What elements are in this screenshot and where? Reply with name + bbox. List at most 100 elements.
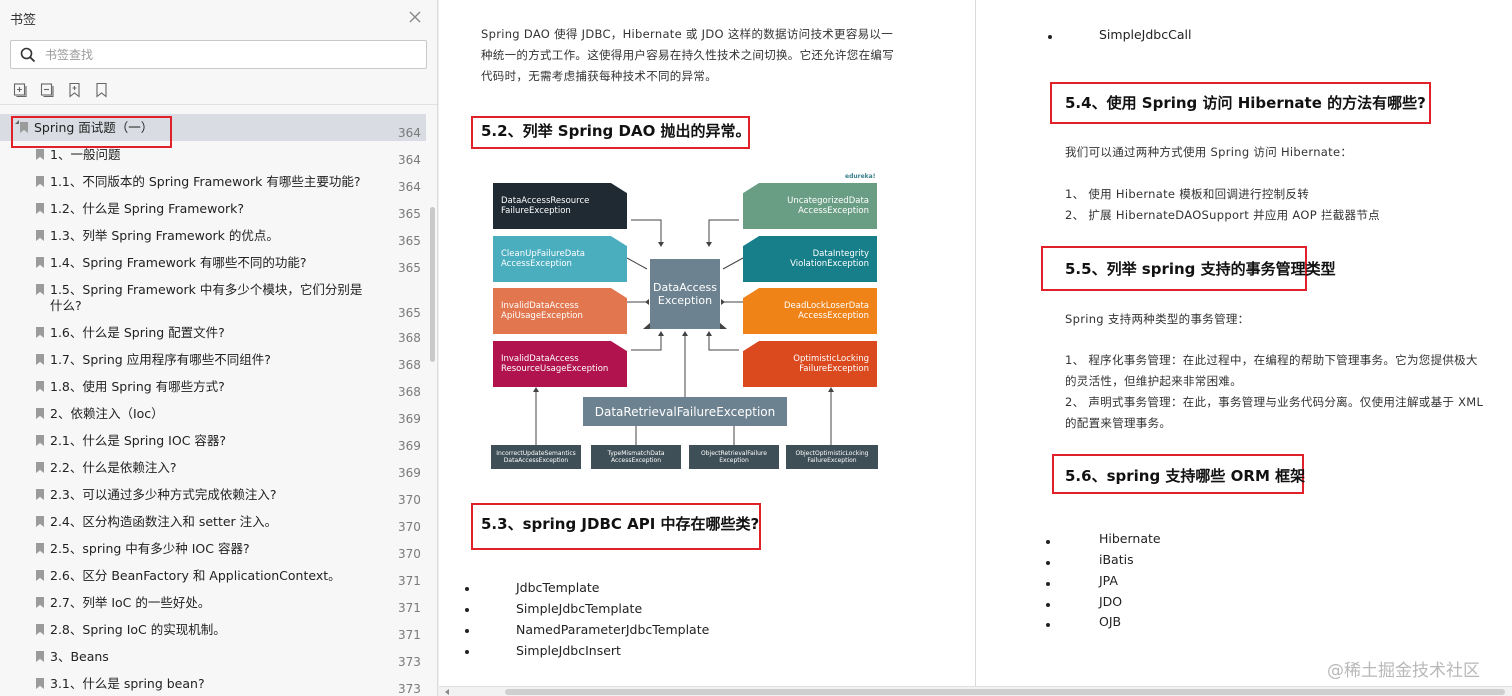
document-view: Spring DAO 使得 JDBC，Hibernate 或 JDO 这样的数据…: [439, 0, 1512, 696]
bookmark-search-field[interactable]: [10, 40, 427, 69]
toc-label: 3.1、什么是 spring bean?: [50, 676, 205, 691]
toc-item[interactable]: 2.1、什么是 Spring IOC 容器? 369: [0, 432, 426, 454]
sub-exception-line: ObjectRetrievalFailure: [701, 450, 767, 457]
toc-label: 2.7、列举 IoC 的一些好处。: [50, 595, 211, 610]
retrieval-exception-box: DataRetrievalFailureException: [583, 397, 787, 426]
bullet: [1046, 561, 1050, 565]
expand-all-icon[interactable]: [13, 82, 28, 98]
bullet: [465, 608, 469, 612]
toc-item[interactable]: 2.5、spring 中有多少种 IOC 容器? 370: [0, 540, 426, 562]
toc-label: 2.4、区分构造函数注入和 setter 注入。: [50, 514, 278, 529]
exception-name-line: DeadLockLoserData: [784, 301, 869, 311]
toc-item[interactable]: 2、依赖注入（Ioc） 369: [0, 405, 426, 427]
exception-name-line: DataAccessResource: [501, 196, 590, 206]
toc-label: 1.2、什么是 Spring Framework?: [50, 201, 244, 216]
bookmark-search-input[interactable]: [45, 44, 415, 66]
exception-name-line: AccessException: [798, 311, 869, 321]
toc-label: 1.8、使用 Spring 有哪些方式?: [50, 379, 225, 394]
scroll-left-arrow-icon[interactable]: [445, 689, 449, 695]
bookmark-marker-icon: [36, 408, 44, 419]
toc-item[interactable]: 1.7、Spring 应用程序有哪些不同组件? 368: [0, 351, 426, 373]
toc-item[interactable]: 2.7、列举 IoC 的一些好处。 371: [0, 594, 426, 616]
toc-label: 1、一般问题: [50, 147, 121, 162]
list-item: iBatis: [1099, 552, 1134, 567]
heading-5-6: 5.6、spring 支持哪些 ORM 框架: [1065, 467, 1306, 485]
bullet: [1046, 540, 1050, 544]
toc-item[interactable]: 2.4、区分构造函数注入和 setter 注入。 370: [0, 513, 426, 535]
bookmark-toolbar: [13, 82, 109, 100]
bookmark-marker-icon: [36, 354, 44, 365]
bookmark-marker-icon: [36, 149, 44, 160]
sub-exception-line: TypeMismatchData: [607, 450, 665, 457]
close-icon[interactable]: [406, 8, 424, 26]
sub-exception-line: IncorrectUpdateSemantics: [496, 450, 576, 457]
search-icon: [20, 47, 36, 63]
method-item: 的灵活性，但维护起来非常困难。: [1065, 374, 1242, 388]
toc-item[interactable]: 1、一般问题 364: [0, 146, 426, 168]
center-line: Exception: [657, 294, 713, 307]
toc-label: 1.1、不同版本的 Spring Framework 有哪些主要功能?: [50, 174, 361, 189]
sub-exception-line: ObjectOptimisticLocking: [795, 450, 869, 457]
toc-item[interactable]: 1.5、Spring Framework 中有多少个模块，它们分别是 什么? 3…: [0, 281, 426, 321]
exception-name-line: AccessException: [501, 259, 572, 269]
toc-item[interactable]: 1.1、不同版本的 Spring Framework 有哪些主要功能? 364: [0, 173, 426, 195]
toc-page: 368: [398, 358, 421, 372]
exception-name-line: ResourceUsageException: [501, 364, 609, 374]
toc-page: 370: [398, 520, 421, 534]
toc-item[interactable]: 2.6、区分 BeanFactory 和 ApplicationContext。…: [0, 567, 426, 589]
toc-page: 371: [398, 628, 421, 642]
heading-5-5: 5.5、列举 spring 支持的事务管理类型: [1065, 260, 1336, 278]
bullet: [465, 587, 469, 591]
exception-name-line: OptimisticLocking: [793, 354, 869, 364]
toc-item[interactable]: 1.2、什么是 Spring Framework? 365: [0, 200, 426, 222]
exception-name-line: UncategorizedData: [787, 196, 869, 206]
toc-page: 364: [398, 153, 421, 167]
paragraph: 我们可以通过两种方式使用 Spring 访问 Hibernate：: [1065, 145, 1353, 159]
exception-name-line: DataIntegrity: [812, 249, 869, 259]
center-line: DataAccess: [653, 281, 717, 294]
exception-box: InvalidDataAccess ResourceUsageException: [493, 341, 627, 387]
bullet: [465, 650, 469, 654]
toc-item[interactable]: 1.6、什么是 Spring 配置文件? 368: [0, 324, 426, 346]
toc-item[interactable]: 1.3、列举 Spring Framework 的优点。 365: [0, 227, 426, 249]
add-bookmark-icon[interactable]: [67, 82, 82, 98]
method-item: 2、 扩展 HibernateDAOSupport 并应用 AOP 拦截器节点: [1065, 208, 1380, 222]
bookmark-marker-icon: [36, 381, 44, 392]
method-item: 的配置来管理事务。: [1065, 416, 1172, 430]
sub-exception-line: DataAccessException: [503, 457, 569, 464]
bookmark-icon[interactable]: [94, 82, 109, 98]
exception-name-line: ApiUsageException: [501, 311, 583, 321]
toc-item[interactable]: 2.8、Spring IoC 的实现机制。 371: [0, 621, 426, 643]
bookmark-marker-icon: [36, 543, 44, 554]
bookmark-marker-icon: [36, 462, 44, 473]
toc-page: 365: [398, 207, 421, 221]
toc-item[interactable]: 2.2、什么是依赖注入? 369: [0, 459, 426, 481]
scrollbar-thumb[interactable]: [505, 689, 1505, 695]
collapse-all-icon[interactable]: [40, 82, 55, 98]
toc-page: 370: [398, 493, 421, 507]
list-item: SimpleJdbcCall: [1099, 27, 1192, 42]
bookmark-marker-icon: [36, 516, 44, 527]
toc-page: 365: [398, 234, 421, 248]
heading-5-3: 5.3、spring JDBC API 中存在哪些类?: [481, 515, 760, 533]
exception-name-line: ViolationException: [790, 259, 869, 269]
pdf-reader: 书签 书签查找 Spring 面试题（一） 364 1、一般问题 364 1.1…: [0, 0, 1512, 696]
toc-item[interactable]: 3.1、什么是 spring bean? 373: [0, 675, 426, 696]
sidebar-scrollbar[interactable]: [430, 207, 435, 362]
bullet: [1048, 35, 1052, 39]
bookmark-marker-icon: [36, 678, 44, 689]
toc-label: 1.3、列举 Spring Framework 的优点。: [50, 228, 279, 243]
toc-item[interactable]: 1.8、使用 Spring 有哪些方式? 368: [0, 378, 426, 400]
bookmark-marker-icon: [36, 570, 44, 581]
bookmark-marker-icon: [36, 230, 44, 241]
exception-name-line: FailureException: [501, 206, 571, 216]
horizontal-scrollbar[interactable]: [439, 686, 1512, 696]
toc-item[interactable]: 3、Beans 373: [0, 648, 426, 670]
bookmark-marker-icon: [36, 624, 44, 635]
toc-page: 369: [398, 412, 421, 426]
toc-item[interactable]: 2.3、可以通过多少种方式完成依赖注入? 370: [0, 486, 426, 508]
list-item: NamedParameterJdbcTemplate: [516, 622, 710, 637]
toc-label: 1.4、Spring Framework 有哪些不同的功能?: [50, 255, 307, 270]
toc-item[interactable]: 1.4、Spring Framework 有哪些不同的功能? 365: [0, 254, 426, 276]
toc-label: 1.7、Spring 应用程序有哪些不同组件?: [50, 352, 271, 367]
